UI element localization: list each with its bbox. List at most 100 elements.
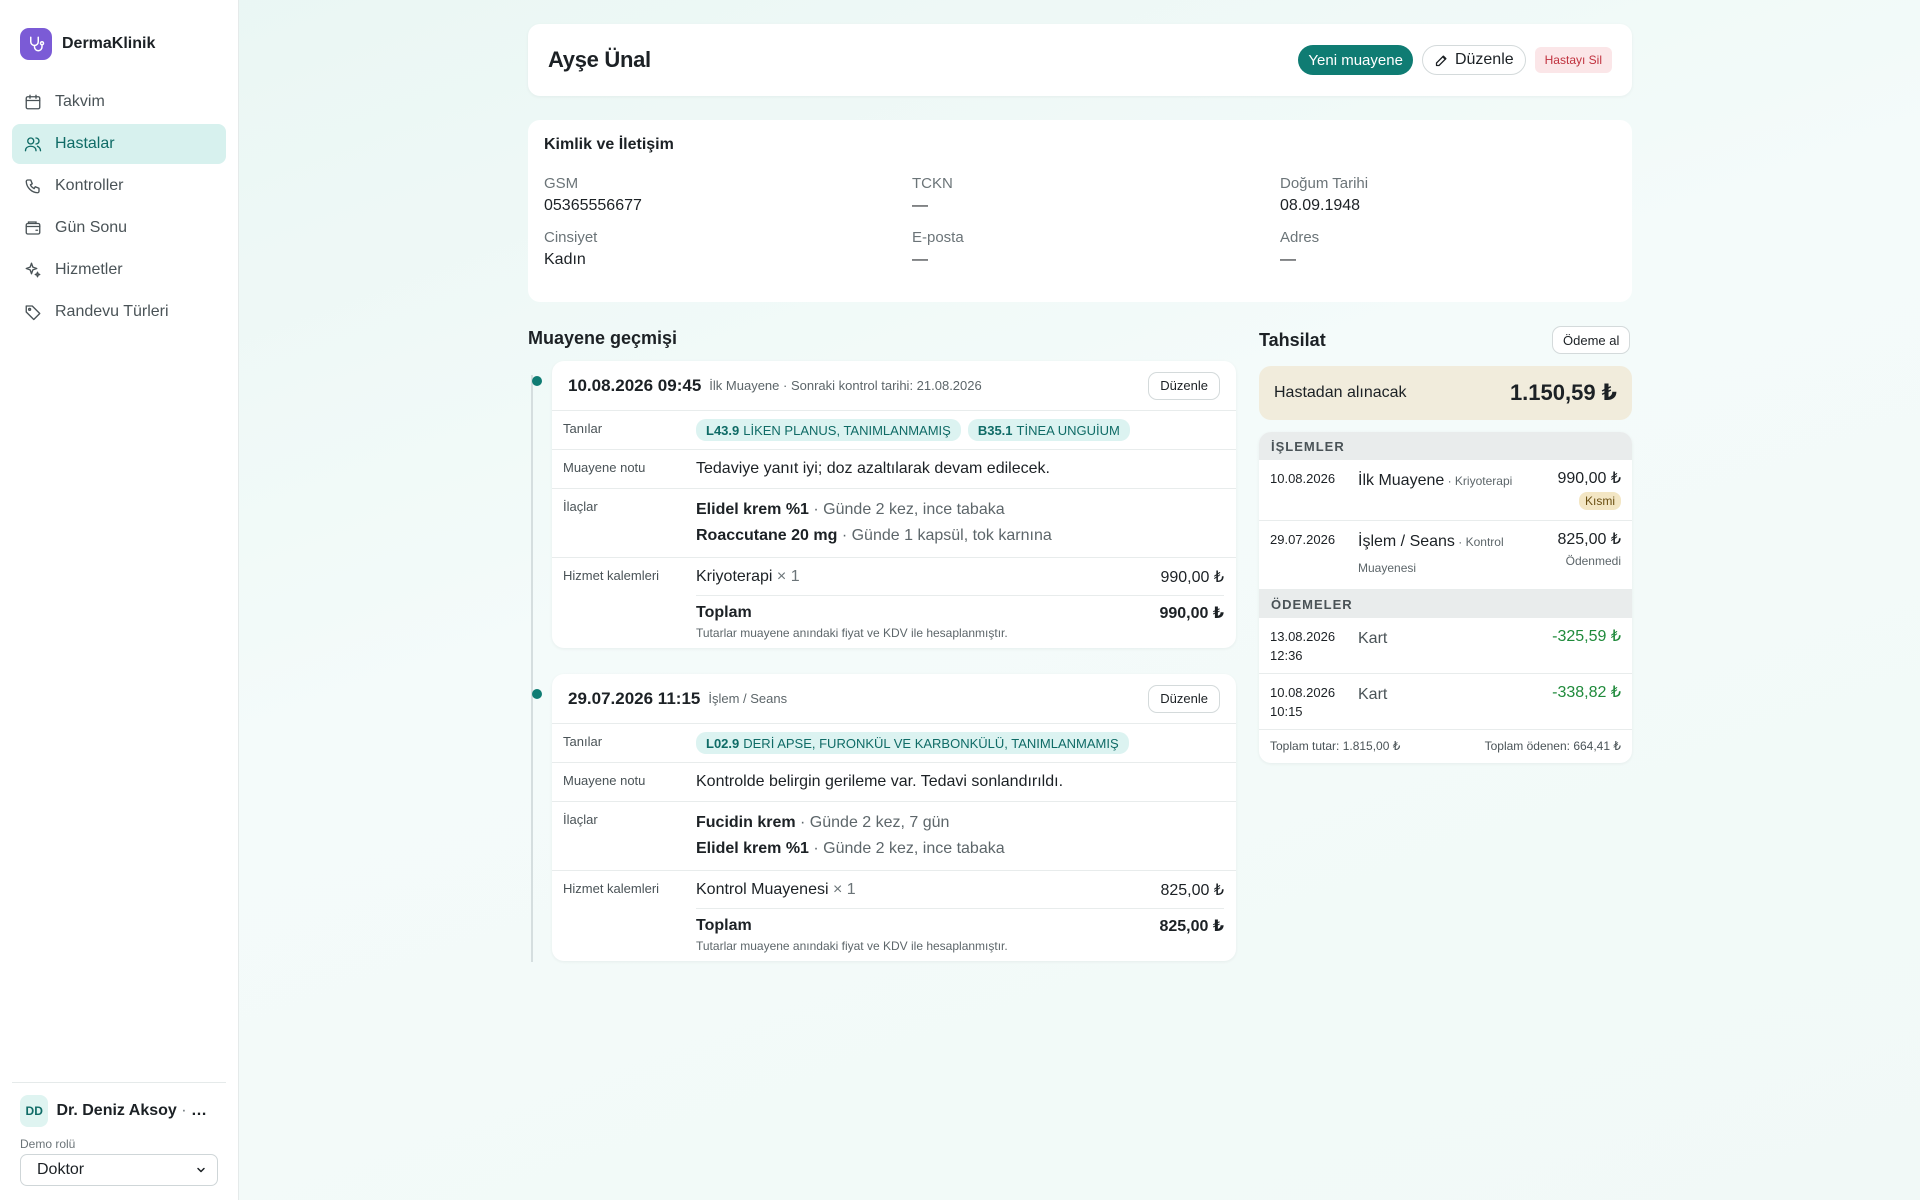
new-exam-button[interactable]: Yeni muayene (1298, 45, 1413, 75)
operation-amount-wrap: 990,00 ₺ Kısmi (1557, 468, 1621, 512)
total-note: Tutarlar muayene anındaki fiyat ve KDV i… (696, 939, 1008, 953)
take-payment-button[interactable]: Ödeme al (1552, 326, 1631, 354)
field-value: 08.09.1948 (1280, 197, 1361, 214)
sidebar-item-hizmetler[interactable]: Hizmetler (12, 250, 226, 290)
med-detail: · Günde 2 kez, ince tabaka (808, 501, 1005, 518)
demo-role-select[interactable]: Doktor (20, 1154, 218, 1186)
sidebar-item-takvim[interactable]: Takvim (12, 82, 226, 122)
exam-datetime: 29.07.2026 11:15 (568, 688, 701, 708)
meds-row: İlaçlar Fucidin krem · Günde 2 kez, 7 gü… (552, 802, 1236, 871)
payment-date: 13.08.2026 (1270, 629, 1336, 644)
operations-header: İŞLEMLER (1259, 432, 1632, 460)
user-row[interactable]: DD Dr. Deniz Aksoy · Doktor (20, 1095, 218, 1127)
service-item: Kriyoterapi × 1 990,00 ₺ (696, 558, 1224, 596)
billing-ledger: İŞLEMLER 10.08.2026 İlk Muayene · Kriyot… (1259, 432, 1632, 763)
diagnosis-tag[interactable]: B35.1 TİNEA UNGUİUM (967, 419, 1130, 441)
med-item: Fucidin krem · Günde 2 kez, 7 gün (696, 810, 1236, 836)
sidebar-item-label: Hastalar (55, 135, 115, 152)
sidebar-item-hastalar[interactable]: Hastalar (12, 124, 226, 164)
exam-total: Toplam 825,00 ₺ (696, 909, 1224, 936)
field-value: — (912, 197, 928, 214)
exam-subtitle: İlk Muayene · Sonraki kontrol tarihi: 21… (709, 378, 982, 393)
med-list: Fucidin krem · Günde 2 kez, 7 gün Elidel… (696, 802, 1236, 870)
field-label: GSM (544, 175, 579, 192)
timeline-dot (532, 689, 542, 699)
row-label: İlaçlar (563, 499, 598, 514)
field-label: Adres (1280, 229, 1320, 246)
user-name: Dr. Deniz Aksoy · Doktor (56, 1102, 218, 1120)
service-amount: 990,00 ₺ (1160, 568, 1224, 586)
user-role: · Doktor (181, 1102, 218, 1119)
sidebar-item-kontroller[interactable]: Kontroller (12, 166, 226, 206)
sidebar-item-label: Takvim (55, 93, 105, 110)
service-name-wrap: Kriyoterapi × 1 (696, 568, 800, 586)
exam-note: Kontrolde belirgin gerileme var. Tedavi … (696, 773, 1064, 790)
chevron-down-icon (197, 1167, 205, 1173)
payment-row[interactable]: 13.08.2026 12:36 Kart -325,59 ₺ (1259, 618, 1632, 674)
note-row: Muayene notu Kontrolde belirgin gerileme… (552, 763, 1236, 802)
med-item: Elidel krem %1 · Günde 2 kez, ince tabak… (696, 836, 1236, 862)
total-amount-summary: Toplam tutar: 1.815,00 ₺ (1270, 739, 1401, 753)
balance-box: Hastadan alınacak 1.150,59 ₺ (1259, 366, 1632, 420)
operation-amount: 825,00 ₺ (1557, 531, 1621, 548)
page-title: Ayşe Ünal (548, 47, 651, 72)
diagnosis-code: B35.1 (977, 422, 1013, 438)
delete-patient-button[interactable]: Hastayı Sil (1534, 47, 1612, 73)
wallet-icon (25, 221, 41, 235)
field-label: E-posta (912, 229, 964, 246)
sidebar-item-label: Kontroller (55, 177, 124, 194)
operation-row[interactable]: 29.07.2026 İşlem / Seans · Kontrol Muaye… (1259, 521, 1632, 590)
field-value: 05365556677 (544, 197, 642, 214)
row-label: İlaçlar (563, 812, 598, 827)
identity-grid: GSM 05365556677 TCKN — Doğum Tarihi 08.09.1… (544, 175, 1616, 269)
user-name-text: Dr. Deniz Aksoy (56, 1102, 177, 1119)
sidebar-item-randevu-turleri[interactable]: Randevu Türleri (12, 292, 226, 332)
row-label: Hizmet kalemleri (563, 881, 660, 896)
service-list: Kontrol Muayenesi × 1 825,00 ₺ Toplam 82… (696, 871, 1236, 961)
field-value: — (1280, 251, 1296, 268)
timeline-line (531, 375, 533, 962)
diagnosis-name: DERİ APSE, FURONKÜL VE KARBONKÜLÜ, TANIM… (743, 735, 1119, 751)
total-label: Toplam (696, 604, 752, 621)
stethoscope-icon (20, 28, 52, 60)
field-gender: Cinsiyet Kadın (544, 229, 912, 269)
field-email: E-posta — (912, 229, 1280, 269)
med-item: Elidel krem %1 · Günde 2 kez, ince tabak… (696, 497, 1236, 523)
note-row: Muayene notu Tedaviye yanıt iyi; doz aza… (552, 450, 1236, 489)
exam-note: Tedaviye yanıt iyi; doz azaltılarak deva… (696, 460, 1050, 477)
operation-row[interactable]: 10.08.2026 İlk Muayene · Kriyoterapi 990… (1259, 460, 1632, 521)
edit-patient-button[interactable]: Düzenle (1421, 45, 1526, 75)
ledger-footer: Toplam tutar: 1.815,00 ₺ Toplam ödenen: … (1259, 730, 1632, 763)
diagnosis-code: L02.9 (706, 735, 740, 751)
diagnosis-name: LİKEN PLANUS, TANIMLANMAMIŞ (743, 422, 951, 438)
brand[interactable]: DermaKlinik (0, 0, 238, 82)
history-title: Muayene geçmişi (528, 328, 678, 348)
identity-title: Kimlik ve İletişim (544, 136, 674, 153)
field-value: — (912, 251, 928, 268)
exam-header: 29.07.2026 11:15 İşlem / Seans Düzenle (552, 674, 1236, 724)
payment-method: Kart (1358, 686, 1388, 703)
operation-amount-wrap: 825,00 ₺ Ödenmedi (1557, 529, 1621, 581)
exam-header: 10.08.2026 09:45 İlk Muayene · Sonraki k… (552, 361, 1236, 411)
diagnosis-tag[interactable]: L43.9 LİKEN PLANUS, TANIMLANMAMIŞ (696, 419, 961, 441)
status-badge: Kısmi (1579, 492, 1621, 510)
row-label: Tanılar (563, 421, 603, 436)
avatar: DD (20, 1095, 49, 1127)
service-name-wrap: Kontrol Muayenesi × 1 (696, 881, 856, 899)
sidebar-item-label: Randevu Türleri (55, 303, 169, 320)
diagnosis-tags: L02.9 DERİ APSE, FURONKÜL VE KARBONKÜLÜ, … (696, 724, 1236, 762)
med-name: Elidel krem %1 (696, 840, 809, 857)
payments-header: ÖDEMELER (1259, 590, 1632, 618)
diagnosis-tag[interactable]: L02.9 DERİ APSE, FURONKÜL VE KARBONKÜLÜ, … (696, 732, 1129, 754)
payment-time: 12:36 (1270, 648, 1303, 663)
edit-exam-button[interactable]: Düzenle (1148, 371, 1220, 400)
payment-row[interactable]: 10.08.2026 10:15 Kart -338,82 ₺ (1259, 674, 1632, 730)
field-birth-date: Doğum Tarihi 08.09.1948 (1280, 175, 1616, 215)
sidebar-item-label: Hizmetler (55, 261, 123, 278)
diagnosis-code: L43.9 (706, 422, 740, 438)
total-amount: 990,00 ₺ (1159, 605, 1224, 622)
payment-amount: -338,82 ₺ (1552, 684, 1621, 701)
sidebar-item-gun-sonu[interactable]: Gün Sonu (12, 208, 226, 248)
edit-exam-button[interactable]: Düzenle (1148, 684, 1220, 713)
exam-total: Toplam 990,00 ₺ (696, 596, 1224, 623)
